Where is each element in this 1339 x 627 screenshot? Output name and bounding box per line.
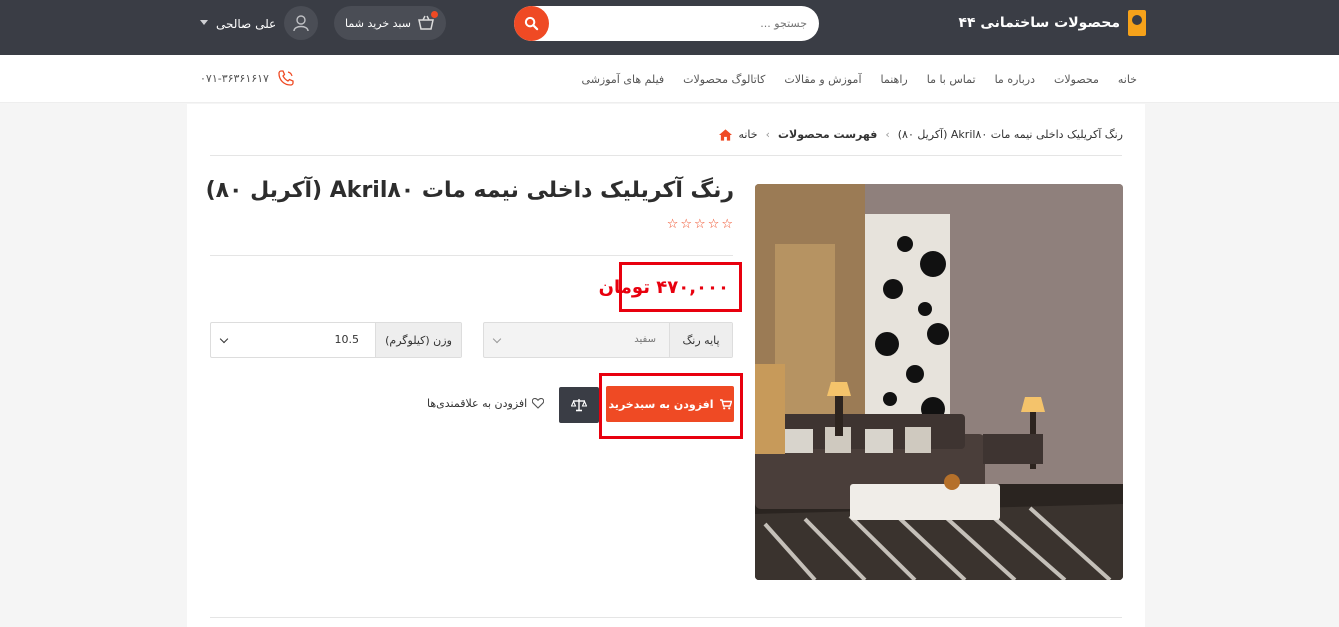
divider	[210, 617, 1122, 618]
breadcrumb-home-label: خانه	[738, 128, 758, 141]
breadcrumb-home[interactable]: خانه	[719, 128, 758, 141]
add-to-cart-button[interactable]: افزودن به سبدخرید	[606, 386, 734, 422]
rating-stars[interactable]: ☆ ☆ ☆ ☆ ☆	[667, 218, 733, 231]
logo-icon	[1128, 10, 1146, 36]
brand-name: محصولات ساختمانی ۴۴	[958, 15, 1120, 31]
cart-badge	[430, 11, 438, 18]
search-bar	[514, 6, 819, 41]
weight-select[interactable]: وزن (کیلوگرم) 10.5	[210, 322, 462, 358]
search-button[interactable]	[514, 6, 549, 41]
phone-icon	[278, 70, 294, 86]
product-image[interactable]	[755, 184, 1123, 580]
product-title: رنگ آکریلیک داخلی نیمه مات Akril۸۰ (آکری…	[205, 178, 734, 203]
product-price: ۴۷۰,۰۰۰ تومان	[598, 277, 729, 298]
divider	[210, 255, 733, 256]
user-name[interactable]: علی صالحی	[216, 17, 276, 31]
breadcrumb-separator: ›	[765, 128, 770, 141]
search-icon	[524, 16, 539, 31]
breadcrumb-separator: ›	[885, 128, 890, 141]
breadcrumb-products[interactable]: فهرست محصولات	[778, 128, 877, 141]
basket-icon	[417, 11, 438, 32]
price-highlight: ۴۷۰,۰۰۰ تومان	[599, 262, 742, 312]
chevron-down-icon	[492, 334, 502, 344]
user-avatar[interactable]	[284, 6, 318, 40]
star-icon[interactable]: ☆	[667, 218, 679, 231]
weight-select-label: وزن (کیلوگرم)	[375, 323, 461, 357]
product-card: خانه › فهرست محصولات › رنگ آکریلیک داخلی…	[187, 104, 1145, 627]
chevron-down-icon[interactable]	[200, 20, 208, 25]
cart-label: سبد خرید شما	[345, 16, 411, 30]
top-bar: محصولات ساختمانی ۴۴ سبد خرید شما علی صال…	[0, 0, 1339, 55]
heart-icon	[532, 398, 545, 409]
divider	[210, 155, 1122, 156]
star-icon[interactable]: ☆	[708, 218, 720, 231]
nav-item-home[interactable]: خانه	[1118, 73, 1137, 86]
cart-icon	[719, 398, 732, 409]
site-logo[interactable]: محصولات ساختمانی ۴۴	[958, 10, 1146, 36]
color-select[interactable]: پایه رنگ سفید	[483, 322, 733, 358]
cart-button[interactable]: سبد خرید شما	[334, 6, 446, 40]
contact-phone[interactable]: ۰۷۱-۳۶۳۶۱۶۱۷	[200, 69, 295, 87]
breadcrumb-current: رنگ آکریلیک داخلی نیمه مات Akril۸۰ (آکری…	[897, 128, 1123, 141]
star-icon[interactable]: ☆	[694, 218, 706, 231]
weight-select-value: 10.5	[334, 333, 360, 346]
chevron-down-icon	[219, 334, 229, 344]
product-photo	[755, 184, 1123, 580]
nav-item-contact[interactable]: تماس با ما	[927, 73, 976, 86]
color-select-label: پایه رنگ	[669, 323, 732, 357]
breadcrumb: خانه › فهرست محصولات › رنگ آکریلیک داخلی…	[719, 128, 1123, 141]
star-icon[interactable]: ☆	[680, 218, 692, 231]
phone-number: ۰۷۱-۳۶۳۶۱۶۱۷	[200, 71, 269, 85]
main-nav: خانه محصولات درباره ما تماس با ما راهنما…	[0, 55, 1339, 103]
nav-item-guide[interactable]: راهنما	[881, 73, 908, 86]
nav-menu: خانه محصولات درباره ما تماس با ما راهنما…	[582, 55, 1137, 103]
add-to-wishlist[interactable]: افزودن به علاقمندی‌ها	[427, 397, 545, 410]
compare-button[interactable]	[559, 387, 599, 423]
color-select-value: سفید	[634, 334, 656, 345]
nav-item-videos[interactable]: فیلم های آموزشی	[582, 73, 665, 86]
add-to-cart-highlight: افزودن به سبدخرید	[599, 373, 743, 439]
scale-icon	[571, 399, 587, 412]
nav-item-catalog[interactable]: کاتالوگ محصولات	[683, 73, 765, 86]
nav-item-articles[interactable]: آموزش و مقالات	[784, 73, 861, 86]
home-icon	[719, 128, 733, 141]
nav-item-products[interactable]: محصولات	[1054, 73, 1099, 86]
nav-item-about[interactable]: درباره ما	[995, 73, 1035, 86]
wishlist-label: افزودن به علاقمندی‌ها	[427, 397, 528, 410]
search-input[interactable]	[554, 6, 807, 41]
star-icon[interactable]: ☆	[721, 218, 733, 231]
user-icon	[293, 15, 309, 32]
add-to-cart-label: افزودن به سبدخرید	[608, 397, 714, 411]
